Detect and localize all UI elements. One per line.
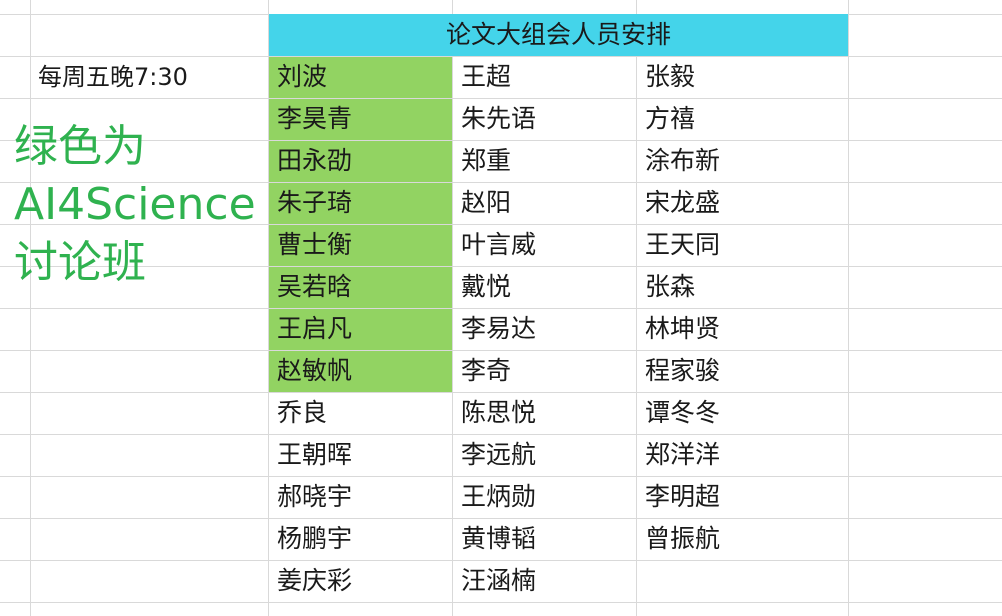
sheet-title: 论文大组会人员安排 [445,20,671,49]
roster-cell[interactable]: 李明超 [645,476,720,518]
roster-cell[interactable]: 吴若晗 [277,266,352,308]
roster-cell[interactable]: 王朝晖 [277,434,352,476]
roster-cell[interactable]: 曹士衡 [277,224,352,266]
roster-cell[interactable]: 李远航 [461,434,536,476]
roster-cell[interactable]: 程家骏 [645,350,720,392]
roster-cell[interactable]: 李昊青 [277,98,352,140]
green-note: 绿色为 AI4Science 讨论班 [14,118,264,292]
roster-cell[interactable]: 宋龙盛 [645,182,720,224]
roster-cell[interactable]: 张森 [645,266,695,308]
roster-cell[interactable]: 王天同 [645,224,720,266]
roster-cell[interactable]: 曾振航 [645,518,720,560]
roster-cell[interactable]: 张毅 [645,56,695,98]
roster-cell[interactable]: 杨鹏宇 [277,518,352,560]
note-line-3: 讨论班 [14,237,146,288]
roster-cell[interactable]: 涂布新 [645,140,720,182]
roster-cell[interactable]: 汪涵楠 [461,560,536,602]
sheet-title-cell[interactable]: 论文大组会人员安排 [269,14,848,56]
roster-cell[interactable]: 朱先语 [461,98,536,140]
roster-cell[interactable]: 乔良 [277,392,327,434]
roster-cell[interactable]: 赵敏帆 [277,350,352,392]
roster-cell[interactable]: 郑洋洋 [645,434,720,476]
roster-cell[interactable]: 谭冬冬 [645,392,720,434]
roster-cell[interactable]: 赵阳 [461,182,511,224]
note-line-1: 绿色为 [14,121,146,172]
roster-cell[interactable]: 叶言威 [461,224,536,266]
roster-cell[interactable]: 田永劭 [277,140,352,182]
note-line-2: AI4Science [14,179,256,230]
roster-cell[interactable]: 戴悦 [461,266,511,308]
roster-cell[interactable]: 林坤贤 [645,308,720,350]
roster-cell[interactable]: 郝晓宇 [277,476,352,518]
roster-cell[interactable]: 李易达 [461,308,536,350]
roster-cell[interactable]: 王超 [461,56,511,98]
roster-cell[interactable]: 李奇 [461,350,511,392]
roster-cell[interactable]: 王启凡 [277,308,352,350]
roster-cell[interactable]: 郑重 [461,140,511,182]
roster-cell[interactable]: 王炳勋 [461,476,536,518]
roster-cell[interactable]: 方禧 [645,98,695,140]
roster-cell[interactable]: 朱子琦 [277,182,352,224]
roster-cell[interactable]: 刘波 [277,56,327,98]
schedule-cell[interactable]: 每周五晚7:30 [38,56,188,98]
roster-cell[interactable]: 姜庆彩 [277,560,352,602]
roster-cell[interactable]: 黄博韬 [461,518,536,560]
roster-cell[interactable]: 陈思悦 [461,392,536,434]
